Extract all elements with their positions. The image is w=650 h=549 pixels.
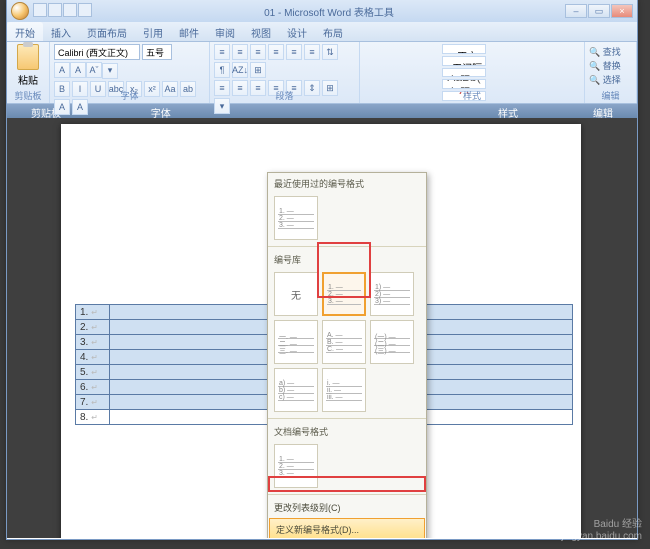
group-clipboard: 粘贴 剪贴板 xyxy=(7,42,50,103)
tab-2[interactable]: 页面布局 xyxy=(79,22,135,41)
para-btn-r1-0[interactable]: ≡ xyxy=(214,44,230,60)
font-btn-r1-3[interactable]: ▾ xyxy=(102,63,118,79)
group-label-editing: 编辑 xyxy=(585,89,636,102)
paste-label: 粘贴 xyxy=(18,72,38,87)
edit-0[interactable]: 🔍 查找 xyxy=(589,45,632,58)
para-btn-r1-6[interactable]: ⇅ xyxy=(322,44,338,60)
para-btn-r1-2[interactable]: ≡ xyxy=(250,44,266,60)
tab-7[interactable]: 设计 xyxy=(279,22,315,41)
tab-4[interactable]: 邮件 xyxy=(171,22,207,41)
style-0[interactable]: AaBbCcDd• 正文 xyxy=(442,44,486,54)
font-btn-r1-2[interactable]: Aˇ xyxy=(86,62,102,78)
app-window: 01 - Microsoft Word 表格工具 – ▭ × 开始插入页面布局引… xyxy=(6,0,638,540)
group-label-paragraph: 段落 xyxy=(210,89,359,102)
font-name-combo[interactable]: Calibri (西文正文) xyxy=(54,44,140,60)
document-area[interactable]: 1. ↵2. ↵3. ↵4. ↵5. ↵6. ↵7. ↵8. ↵ 最近使用过的编… xyxy=(7,118,637,538)
para-btn-r1-3[interactable]: ≡ xyxy=(268,44,284,60)
style-3[interactable]: AaBb(标题 2 xyxy=(442,79,486,89)
watermark: Baidu 经验 jingyan.baidu.com xyxy=(561,519,642,543)
font-btn-r1-1[interactable]: A xyxy=(70,62,86,78)
font-btn-r1-0[interactable]: A xyxy=(54,62,70,78)
numbering-lib-4[interactable]: A. —B. —C. — xyxy=(322,320,366,364)
tab-5[interactable]: 审阅 xyxy=(207,22,243,41)
tab-1[interactable]: 插入 xyxy=(43,22,79,41)
menu-change-level[interactable]: 更改列表级别(C) xyxy=(268,497,426,518)
tab-3[interactable]: 引用 xyxy=(135,22,171,41)
numbering-lib-1[interactable]: 1. —2. —3. — xyxy=(322,272,366,316)
tab-0[interactable]: 开始 xyxy=(7,22,43,41)
group-label-clipboard: 剪贴板 xyxy=(7,89,49,102)
section-library: 编号库 xyxy=(268,249,426,268)
group-label-styles: 样式 xyxy=(360,89,584,102)
para-btn-r1-7[interactable]: ¶ xyxy=(214,62,230,78)
numbering-lib-0[interactable]: 无 xyxy=(274,272,318,316)
minimize-button[interactable]: – xyxy=(565,4,587,18)
quick-access-toolbar[interactable] xyxy=(33,3,93,20)
ribbon-tabs: 开始插入页面布局引用邮件审阅视图设计布局 xyxy=(7,22,637,42)
group-label-font: 字体 xyxy=(50,89,209,102)
menu-define-new-format[interactable]: 定义新编号格式(D)... xyxy=(269,518,425,538)
numbering-recent[interactable]: 1. —2. —3. — xyxy=(274,196,318,240)
group-paragraph: ≡≡≡≡≡≡⇅¶AZ↓⊞ ≡≡≡≡≡⇕⊞▾ 段落 xyxy=(210,42,360,103)
style-1[interactable]: AaBbCcDd• 无间隔 xyxy=(442,56,486,66)
paste-button[interactable]: 粘贴 xyxy=(11,44,45,87)
numbering-dropdown: 最近使用过的编号格式 1. —2. —3. — 编号库 无1. —2. —3. … xyxy=(267,172,427,538)
para-btn-r1-4[interactable]: ≡ xyxy=(286,44,302,60)
group-styles: AaBbCcDd• 正文 AaBbCcDd• 无间隔 AaBl标题 1AaBb(标题… xyxy=(360,42,585,103)
ribbon: 粘贴 剪贴板 Calibri (西文正文) 五号 AAAˇ▾ BIUabcx₂x… xyxy=(7,42,637,104)
tab-6[interactable]: 视图 xyxy=(243,22,279,41)
section-docfmt: 文档编号格式 xyxy=(268,421,426,440)
para-btn-r1-5[interactable]: ≡ xyxy=(304,44,320,60)
edit-2[interactable]: 🔍 选择 xyxy=(589,73,632,86)
numbering-lib-5[interactable]: (一) —(二) —(三) — xyxy=(370,320,414,364)
numbering-lib-6[interactable]: a) —b) —c) — xyxy=(274,368,318,412)
numbering-doc[interactable]: 1. —2. —3. — xyxy=(274,444,318,488)
style-2[interactable]: AaBl标题 1 xyxy=(442,68,486,78)
numbering-lib-2[interactable]: 1) —2) —3) — xyxy=(370,272,414,316)
para-btn-r1-9[interactable]: ⊞ xyxy=(250,62,266,78)
font-size-combo[interactable]: 五号 xyxy=(142,44,172,60)
section-recent: 最近使用过的编号格式 xyxy=(268,173,426,192)
tab-8[interactable]: 布局 xyxy=(315,22,351,41)
group-editing: 🔍 查找🔍 替换🔍 选择编辑 xyxy=(585,42,637,103)
group-font: Calibri (西文正文) 五号 AAAˇ▾ BIUabcx₂x²AaabAA… xyxy=(50,42,210,103)
para-btn-r1-1[interactable]: ≡ xyxy=(232,44,248,60)
clipboard-icon xyxy=(17,44,39,70)
maximize-button[interactable]: ▭ xyxy=(588,4,610,18)
office-button[interactable] xyxy=(11,2,29,20)
window-title: 01 - Microsoft Word 表格工具 xyxy=(97,4,561,19)
edit-1[interactable]: 🔍 替换 xyxy=(589,59,632,72)
close-button[interactable]: × xyxy=(611,4,633,18)
numbering-lib-3[interactable]: 一. —二. —三. — xyxy=(274,320,318,364)
titlebar: 01 - Microsoft Word 表格工具 – ▭ × xyxy=(7,0,637,22)
window-controls: – ▭ × xyxy=(565,4,633,18)
numbering-lib-7[interactable]: i. —ii. —iii. — xyxy=(322,368,366,412)
para-btn-r1-8[interactable]: AZ↓ xyxy=(232,62,248,78)
